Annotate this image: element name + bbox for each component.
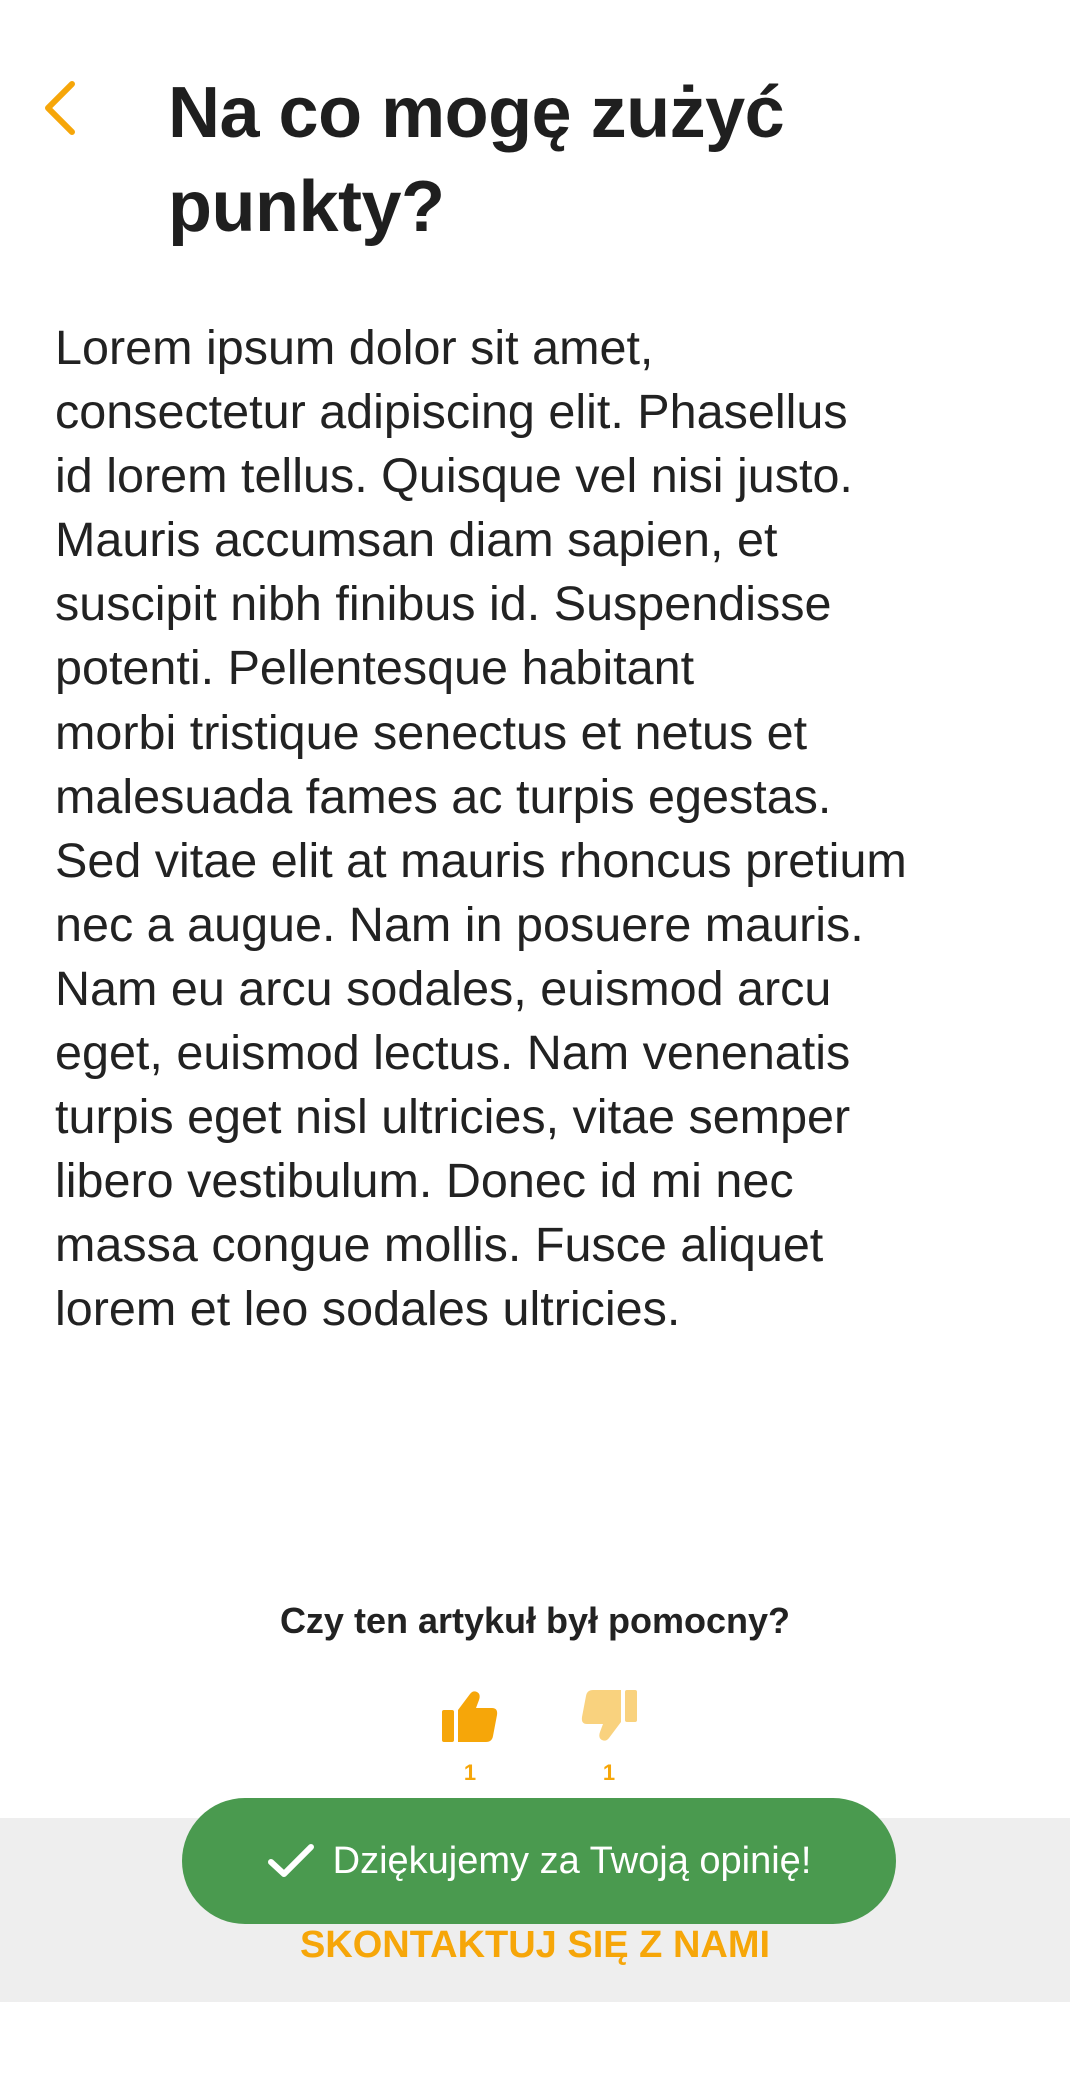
back-button[interactable]	[30, 72, 90, 144]
contact-us-button[interactable]: SKONTAKTUJ SIĘ Z NAMI	[0, 1924, 1070, 1967]
thumbs-up-button[interactable]: 1	[438, 1690, 502, 1786]
chevron-left-icon	[45, 81, 75, 135]
thumbs-up-icon	[442, 1691, 498, 1742]
thumbs-up-count: 1	[463, 1760, 477, 1785]
thumbs-down-icon	[581, 1690, 637, 1741]
thumbs-down-count: 1	[602, 1760, 616, 1785]
feedback-question: Czy ten artykuł był pomocny?	[279, 1600, 791, 1641]
feedback-toast: Dziękujemy za Twoją opinię!	[182, 1798, 896, 1924]
page-title: Na co mogę zużyć punkty?	[168, 73, 785, 247]
checkmark-icon	[267, 1841, 315, 1881]
thumbs-down-button[interactable]: 1	[577, 1690, 641, 1786]
article-body: Lorem ipsum dolor sit amet, consectetur …	[55, 321, 907, 1337]
help-article-screen: Na co mogę zużyć punkty? Lorem ipsum dol…	[0, 0, 1070, 2100]
toast-message: Dziękujemy za Twoją opinię!	[332, 1839, 812, 1882]
